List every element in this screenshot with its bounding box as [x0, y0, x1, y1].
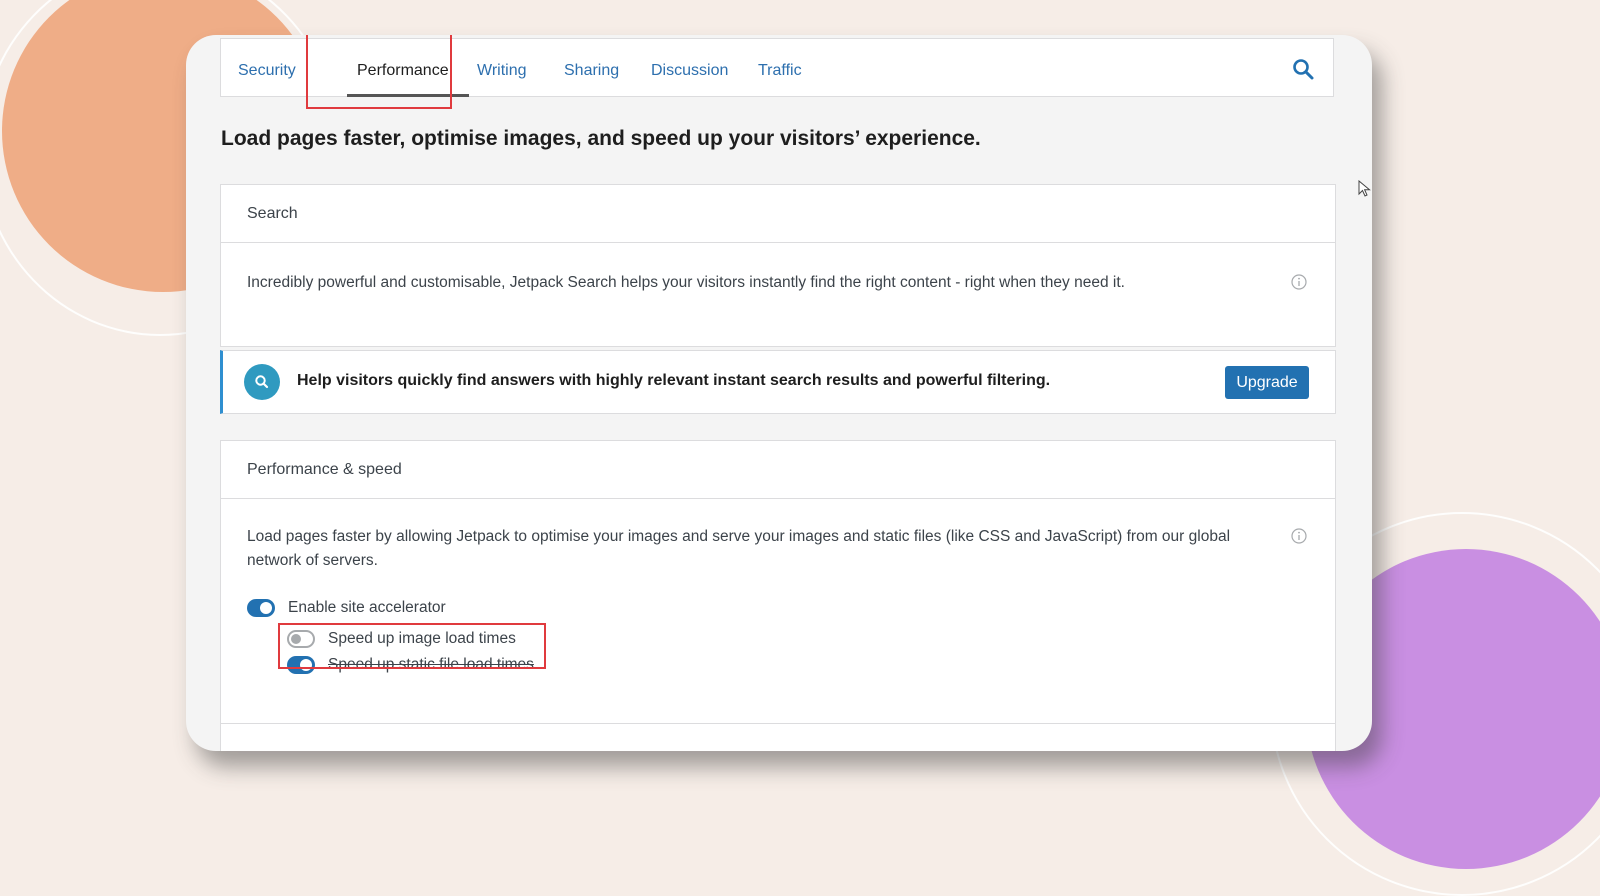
promo-text: Help visitors quickly find answers with …: [297, 372, 1051, 389]
settings-window: Security Performance Writing Sharing Dis…: [186, 35, 1372, 751]
tab-discussion[interactable]: Discussion: [651, 39, 728, 96]
search-card-description: Incredibly powerful and customisable, Je…: [247, 274, 1125, 291]
mouse-cursor-icon: [1358, 180, 1371, 197]
tab-security[interactable]: Security: [238, 39, 296, 96]
tab-sharing[interactable]: Sharing: [564, 39, 619, 96]
highlight-image-toggle: [278, 623, 546, 669]
tab-traffic[interactable]: Traffic: [758, 39, 802, 96]
site-accelerator-toggle[interactable]: [247, 599, 275, 617]
site-accelerator-label: Enable site accelerator: [288, 599, 446, 616]
upgrade-button[interactable]: Upgrade: [1225, 366, 1309, 399]
highlight-performance-tab: [306, 35, 452, 109]
search-card: Search Incredibly powerful and customisa…: [220, 184, 1336, 347]
search-upgrade-banner: Help visitors quickly find answers with …: [220, 350, 1336, 414]
info-icon[interactable]: [1291, 274, 1307, 290]
search-card-title: Search: [221, 185, 1335, 243]
performance-card: Performance & speed Load pages faster by…: [220, 440, 1336, 751]
performance-card-title: Performance & speed: [221, 441, 1335, 499]
search-icon[interactable]: [1291, 57, 1315, 81]
search-icon: [244, 364, 280, 400]
tab-writing[interactable]: Writing: [477, 39, 527, 96]
card-divider: [221, 723, 1335, 724]
page-headline: Load pages faster, optimise images, and …: [221, 127, 981, 150]
performance-card-description: Load pages faster by allowing Jetpack to…: [247, 528, 1231, 569]
info-icon[interactable]: [1291, 528, 1307, 544]
